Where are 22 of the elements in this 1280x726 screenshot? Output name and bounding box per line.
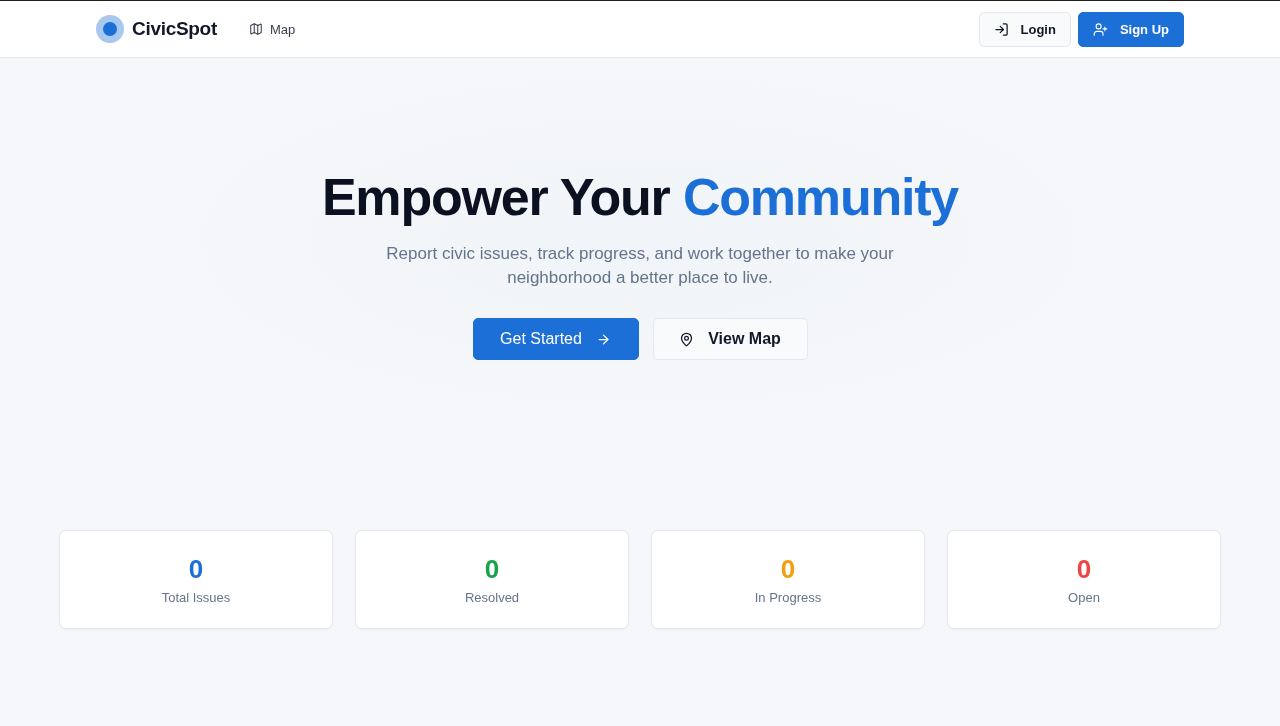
login-button[interactable]: Login [978, 11, 1071, 47]
map-icon [248, 22, 263, 36]
nav-link[interactable]: Map [248, 17, 296, 41]
stat-label: In Progress [754, 590, 822, 605]
stat-value: 0 [780, 554, 796, 584]
user-plus-icon [1092, 21, 1108, 37]
stat-value: 0 [1076, 554, 1092, 584]
get-started-button[interactable]: Get Started [472, 318, 639, 360]
logo-icon [96, 15, 124, 43]
map-pin-icon [679, 331, 695, 347]
login-icon [993, 21, 1009, 37]
stat-value: 0 [484, 554, 500, 584]
sign-up-button[interactable]: Sign Up [1077, 11, 1184, 47]
stat-label: Total Issues [161, 590, 231, 605]
hero-title: Empower Your Community [321, 167, 959, 228]
stat-value: 0 [188, 554, 204, 584]
arrow-right-icon [595, 331, 611, 347]
brand-name: CivicSpot [132, 18, 217, 40]
stat-label: Open [1068, 590, 1100, 605]
hero-subtitle: Report civic issues, track progress, and work together to make your neighborhood a better place to live. [385, 243, 895, 289]
view-map-button[interactable]: View Map [652, 318, 808, 360]
stat-label: Resolved [464, 590, 520, 605]
